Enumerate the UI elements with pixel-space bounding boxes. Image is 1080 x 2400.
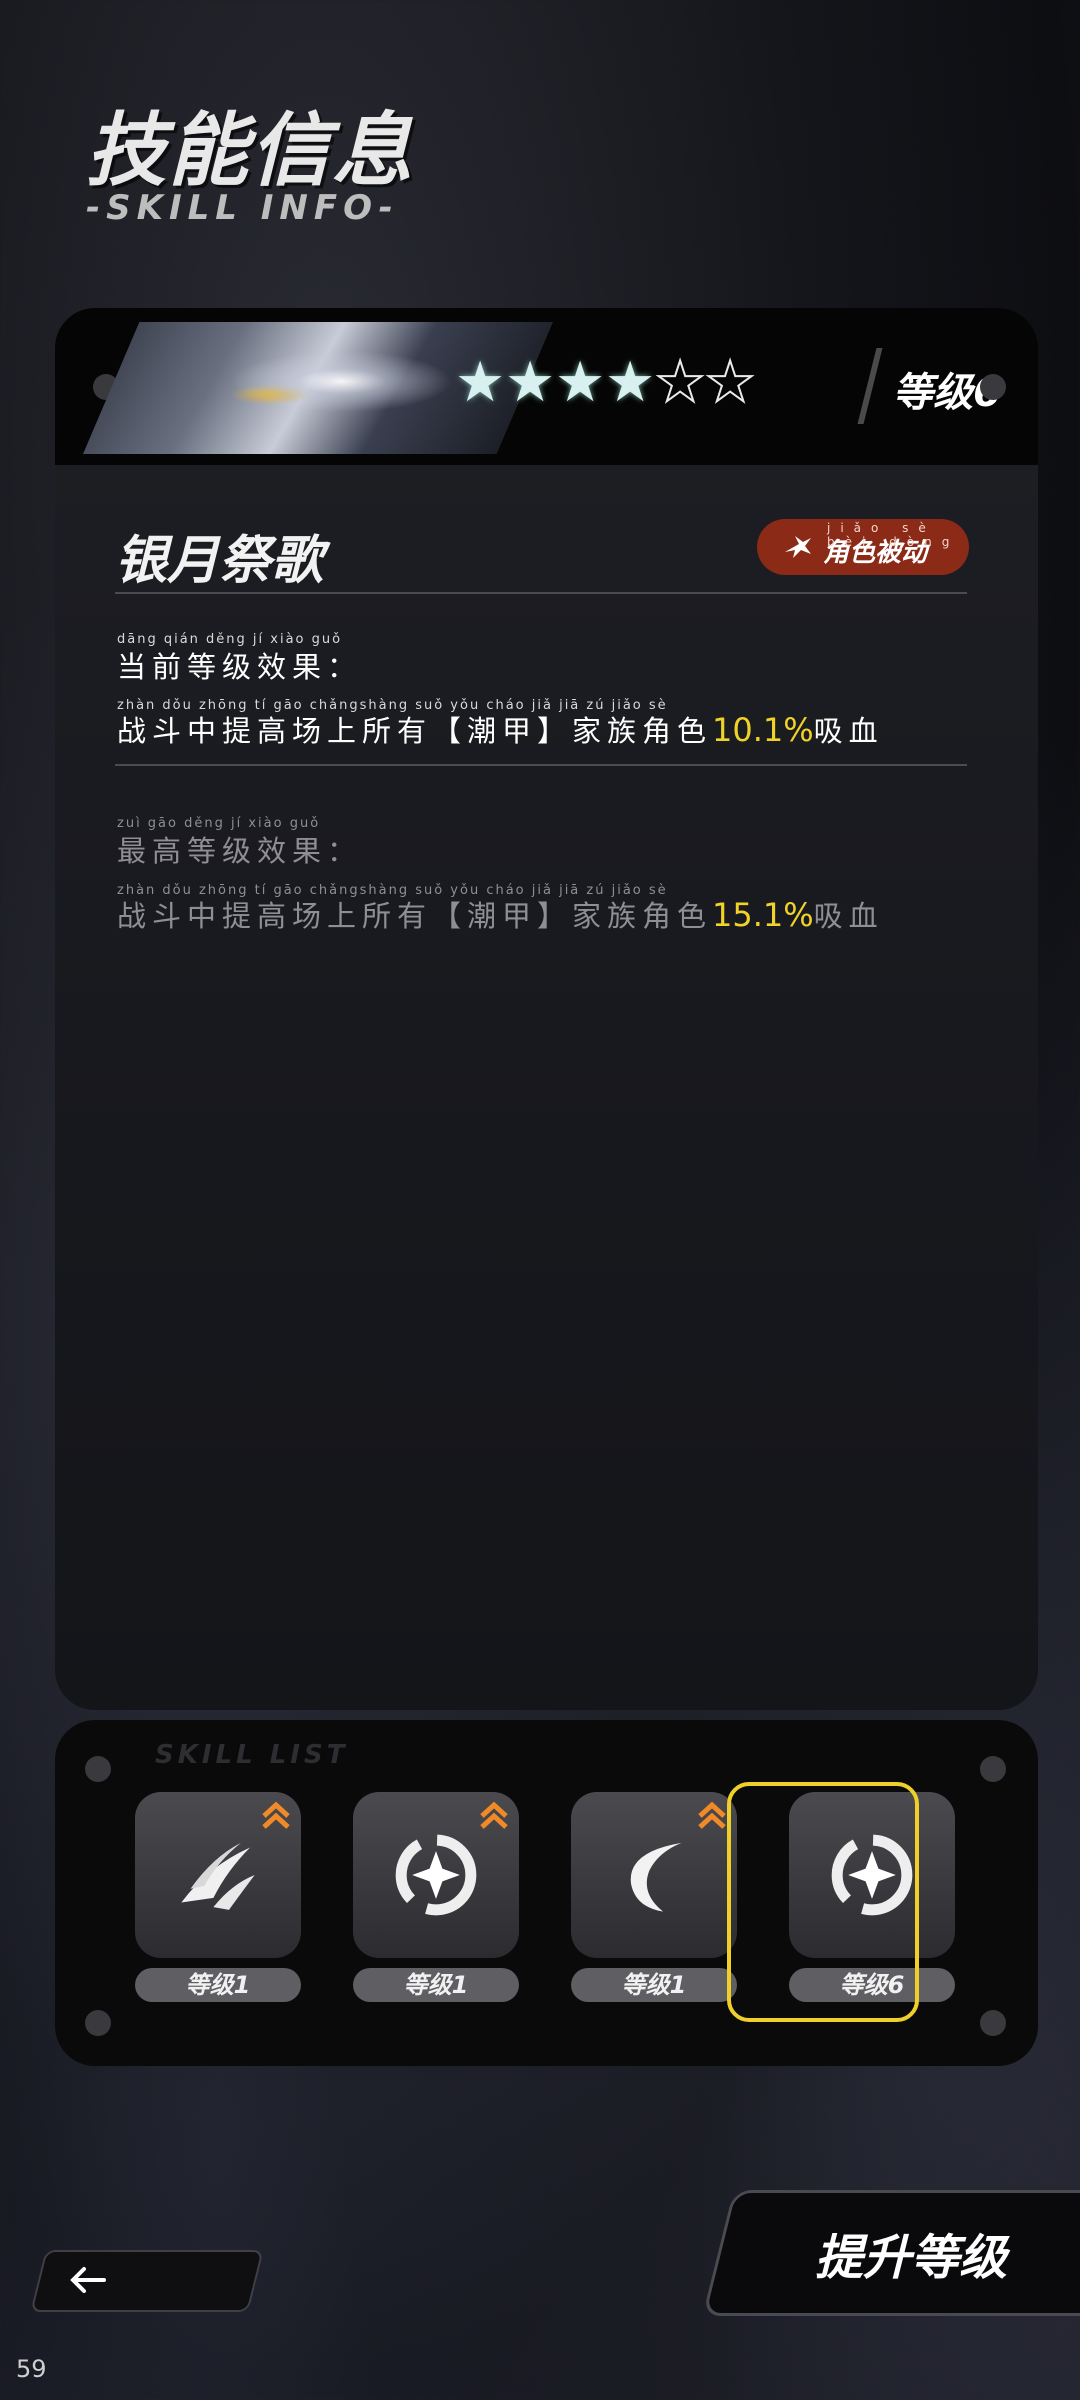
- max-effect-text: 战斗中提高场上所有【潮甲】家族角色15.1%吸血: [117, 893, 884, 935]
- skill-level-tag: 等级1: [571, 1968, 737, 2002]
- current-effect-value: 10.1%: [712, 711, 814, 749]
- star-empty-icon: ★: [654, 350, 706, 415]
- star-filled-icon: ★: [455, 350, 506, 415]
- skill-slot-1[interactable]: 等级1: [135, 1792, 301, 2002]
- fps-counter: 59: [16, 2355, 47, 2383]
- effect-suffix: 吸血: [813, 899, 884, 933]
- crescent-icon: [630, 1842, 682, 1912]
- page-subtitle: -SKILL INFO-: [86, 188, 399, 228]
- star-rating: ★ ★ ★ ★ ★ ★: [455, 350, 756, 424]
- rivet-dot: [980, 1756, 1006, 1782]
- effect-description: 战斗中提高场上所有【潮甲】家族角色: [117, 899, 713, 933]
- badge-pinyin: jiǎo sè bèi dòng: [827, 521, 960, 549]
- card-header: ★ ★ ★ ★ ★ ★ 等级6: [55, 308, 1038, 465]
- upgrade-chevron-icon: [698, 1801, 726, 1829]
- skill-icon-box: [353, 1792, 519, 1958]
- upgrade-chevron-icon: [262, 1801, 290, 1829]
- skill-level-tag: 等级1: [353, 1968, 519, 2002]
- rivet-dot: [980, 2010, 1006, 2036]
- skill-type-badge: jiǎo sè bèi dòng 角色被动: [757, 519, 969, 575]
- upgrade-chevron-icon: [480, 1801, 508, 1829]
- max-effect-value: 15.1%: [712, 896, 814, 934]
- skill-slot-2[interactable]: 等级1: [353, 1792, 519, 2002]
- rivet-dot: [85, 1756, 111, 1782]
- skill-icon-box: [571, 1792, 737, 1958]
- star-filled-icon: ★: [505, 350, 556, 415]
- passive-icon: [785, 536, 811, 558]
- back-arrow-icon[interactable]: [66, 2258, 110, 2302]
- skill-name: 银月祭歌: [115, 531, 324, 591]
- star-empty-icon: ★: [704, 350, 756, 415]
- effect-description: 战斗中提高场上所有【潮甲】家族角色: [117, 714, 713, 748]
- rivet-dot: [85, 2010, 111, 2036]
- page-title: 技能信息: [86, 104, 414, 197]
- skill-level-tag: 等级1: [135, 1968, 301, 2002]
- divider-slash: [857, 348, 883, 424]
- skill-icon-box: [135, 1792, 301, 1958]
- claw-slash-icon: [181, 1842, 255, 1910]
- upgrade-level-label[interactable]: 提升等级: [815, 2218, 1007, 2288]
- rivet-dot: [980, 374, 1006, 400]
- divider: [115, 764, 967, 766]
- star-ring-icon: [395, 1834, 477, 1916]
- current-effect-label: 当前等级效果：: [117, 650, 363, 684]
- max-effect-label: 最高等级效果：: [117, 834, 363, 868]
- skill-info-card: ★ ★ ★ ★ ★ ★ 等级6 银月祭歌 jiǎo sè bèi dòng 角色…: [55, 308, 1038, 1710]
- star-filled-icon: ★: [555, 350, 606, 415]
- star-filled-icon: ★: [605, 350, 656, 415]
- skill-slot-3[interactable]: 等级1: [571, 1792, 737, 2002]
- current-effect-text: 战斗中提高场上所有【潮甲】家族角色10.1%吸血: [117, 708, 884, 750]
- skill-list-title: SKILL LIST: [155, 1740, 349, 1770]
- selected-skill-frame: [727, 1782, 919, 2022]
- divider: [115, 592, 967, 594]
- effect-suffix: 吸血: [813, 714, 884, 748]
